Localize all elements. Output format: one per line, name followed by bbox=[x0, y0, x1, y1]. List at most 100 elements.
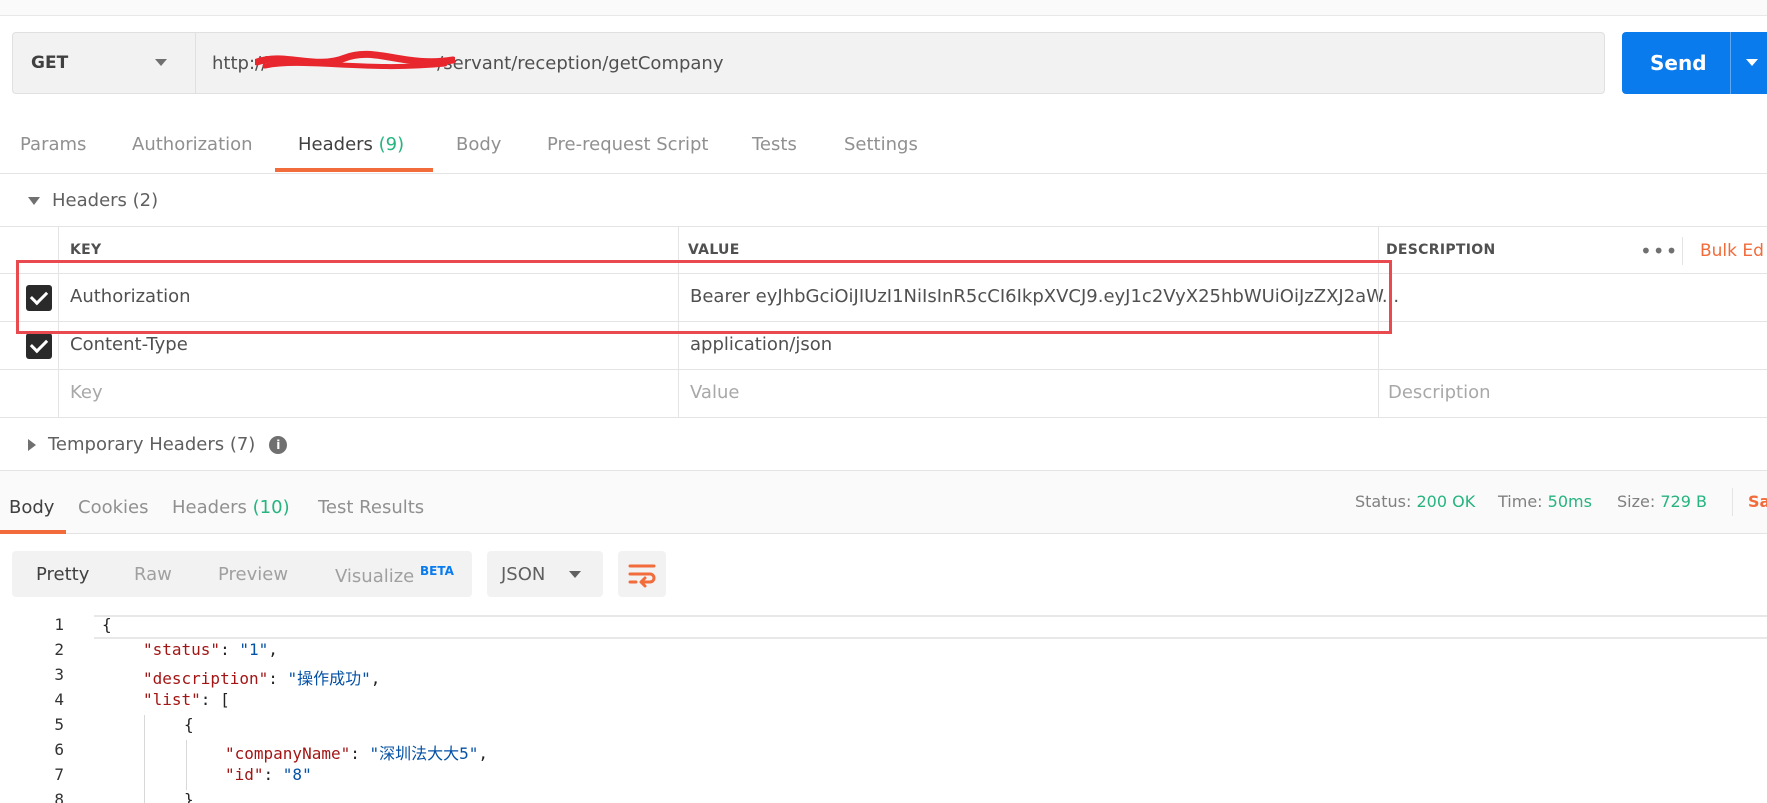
wrap-lines-icon bbox=[628, 564, 656, 588]
mode-visualize-label: Visualize bbox=[335, 566, 415, 587]
send-label: Send bbox=[1650, 51, 1707, 75]
annotation-highlight-box bbox=[16, 260, 1392, 334]
headers-section-title: Headers (2) bbox=[52, 190, 159, 211]
line-number: 2 bbox=[54, 640, 64, 659]
json-key: "companyName" bbox=[225, 744, 351, 763]
json-key: "status" bbox=[143, 640, 221, 659]
save-response-button[interactable]: Sa bbox=[1748, 492, 1767, 511]
method-select[interactable]: GET bbox=[12, 32, 195, 94]
status-divider bbox=[1732, 488, 1733, 516]
response-tab-headers[interactable]: Headers (10) bbox=[172, 497, 290, 518]
indent-guide bbox=[186, 740, 187, 790]
tab-pre-request-script[interactable]: Pre-request Script bbox=[547, 134, 708, 155]
column-key: KEY bbox=[70, 242, 102, 258]
time-label: Time: bbox=[1498, 492, 1543, 511]
code-line: 4 "list": [ bbox=[0, 690, 1767, 715]
line-number: 1 bbox=[54, 615, 64, 634]
line-number: 4 bbox=[54, 690, 64, 709]
chevron-down-icon bbox=[155, 59, 167, 66]
table-row-new: Key Value Description bbox=[0, 370, 1767, 418]
indent-guide bbox=[144, 715, 145, 803]
json-punct: , bbox=[268, 640, 278, 659]
line-number: 3 bbox=[54, 665, 64, 684]
line-content: "description": "操作成功", bbox=[143, 669, 381, 688]
column-value: VALUE bbox=[688, 242, 740, 258]
line-content: } bbox=[184, 790, 194, 803]
tab-settings[interactable]: Settings bbox=[844, 134, 918, 155]
format-select[interactable]: JSON bbox=[487, 551, 603, 597]
response-tab-body[interactable]: Body bbox=[9, 497, 54, 518]
new-key-input[interactable]: Key bbox=[70, 382, 103, 403]
line-content: "list": [ bbox=[143, 690, 230, 709]
tab-tests[interactable]: Tests bbox=[752, 134, 797, 155]
more-options-icon[interactable]: ••• bbox=[1640, 239, 1678, 263]
code-line: 5 { bbox=[0, 715, 1767, 740]
caret-down-icon bbox=[28, 197, 40, 205]
size-readout: Size: 729 B bbox=[1617, 492, 1707, 511]
line-number: 8 bbox=[54, 790, 64, 803]
tab-authorization[interactable]: Authorization bbox=[132, 134, 253, 155]
status-value: 200 OK bbox=[1416, 492, 1476, 511]
send-button[interactable]: Send bbox=[1622, 32, 1767, 94]
line-content: "id": "8" bbox=[225, 765, 312, 784]
column-description: DESCRIPTION bbox=[1386, 242, 1496, 258]
temporary-headers-label: Temporary Headers (7) bbox=[48, 434, 256, 455]
response-tab-cookies[interactable]: Cookies bbox=[78, 497, 148, 518]
response-tab-test-results[interactable]: Test Results bbox=[318, 497, 424, 518]
time-readout: Time: 50ms bbox=[1498, 492, 1592, 511]
json-key: "description" bbox=[143, 669, 269, 688]
response-tab-headers-label: Headers bbox=[172, 497, 247, 518]
new-value-input[interactable]: Value bbox=[690, 382, 739, 403]
view-mode-group: Pretty Raw Preview Visualize BETA bbox=[12, 551, 472, 597]
current-line-highlight bbox=[94, 615, 1767, 639]
tab-headers-label: Headers bbox=[298, 134, 373, 155]
redaction-scribble bbox=[255, 50, 455, 70]
line-number: 5 bbox=[54, 715, 64, 734]
status-label: Status: bbox=[1355, 492, 1412, 511]
json-value: "1" bbox=[239, 640, 269, 659]
top-toolbar-edge bbox=[0, 0, 1767, 16]
new-description-input[interactable]: Description bbox=[1388, 382, 1491, 403]
size-label: Size: bbox=[1617, 492, 1656, 511]
json-punct: , bbox=[478, 744, 489, 763]
size-value: 729 B bbox=[1660, 492, 1707, 511]
wrap-lines-button[interactable] bbox=[618, 551, 666, 597]
caret-right-icon bbox=[28, 439, 36, 451]
temporary-headers-toggle[interactable]: Temporary Headers (7) i bbox=[28, 434, 288, 455]
tab-body[interactable]: Body bbox=[456, 134, 501, 155]
header-key[interactable]: Content-Type bbox=[70, 334, 188, 355]
bulk-edit-divider bbox=[1682, 237, 1683, 265]
send-dropdown-icon[interactable] bbox=[1746, 59, 1758, 66]
mode-visualize[interactable]: Visualize BETA bbox=[335, 564, 454, 587]
json-value: "8" bbox=[282, 765, 312, 784]
line-number: 7 bbox=[54, 765, 64, 784]
json-key: "list" bbox=[143, 690, 201, 709]
code-line: 1 { bbox=[0, 615, 1767, 640]
code-line: 6 "companyName": "深圳法大大5", bbox=[0, 740, 1767, 765]
row-checkbox[interactable] bbox=[26, 333, 52, 359]
time-value: 50ms bbox=[1547, 492, 1592, 511]
line-content: { bbox=[102, 615, 112, 634]
json-value: "操作成功" bbox=[287, 669, 371, 688]
method-label: GET bbox=[31, 53, 69, 73]
url-path: /servant/reception/getCompany bbox=[437, 52, 724, 74]
response-tab-headers-count: (10) bbox=[252, 497, 290, 518]
bulk-edit-link[interactable]: Bulk Ed bbox=[1700, 241, 1764, 261]
tab-headers[interactable]: Headers (9) bbox=[298, 134, 404, 155]
mode-preview[interactable]: Preview bbox=[218, 564, 288, 585]
send-divider bbox=[1730, 32, 1731, 94]
mode-pretty[interactable]: Pretty bbox=[36, 564, 89, 585]
mode-raw[interactable]: Raw bbox=[134, 564, 172, 585]
info-icon[interactable]: i bbox=[269, 436, 288, 454]
header-value[interactable]: application/json bbox=[690, 334, 832, 355]
tab-params[interactable]: Params bbox=[20, 134, 86, 155]
status-readout: Status: 200 OK bbox=[1355, 492, 1475, 511]
line-content: "companyName": "深圳法大大5", bbox=[225, 744, 489, 763]
active-response-tab-indicator bbox=[0, 530, 66, 534]
beta-badge: BETA bbox=[420, 564, 454, 578]
tab-headers-count: (9) bbox=[378, 134, 405, 155]
response-body-editor[interactable]: 1 { 2 "status": "1", 3 "description": "操… bbox=[0, 615, 1767, 803]
active-tab-indicator bbox=[275, 168, 433, 172]
headers-section-toggle[interactable]: Headers (2) bbox=[28, 190, 158, 211]
format-label: JSON bbox=[501, 563, 546, 585]
